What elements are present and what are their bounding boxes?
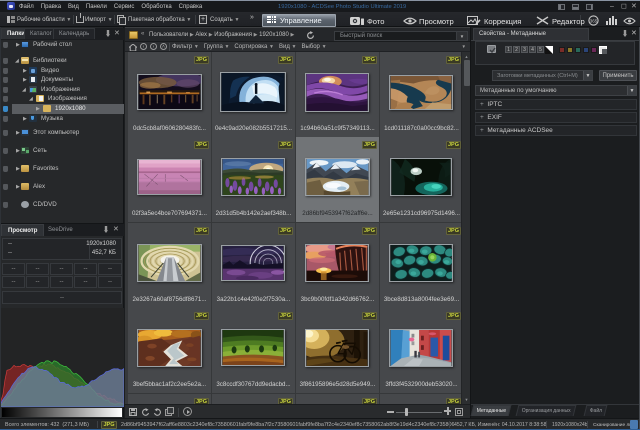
svg-text:365: 365 [590, 19, 598, 24]
